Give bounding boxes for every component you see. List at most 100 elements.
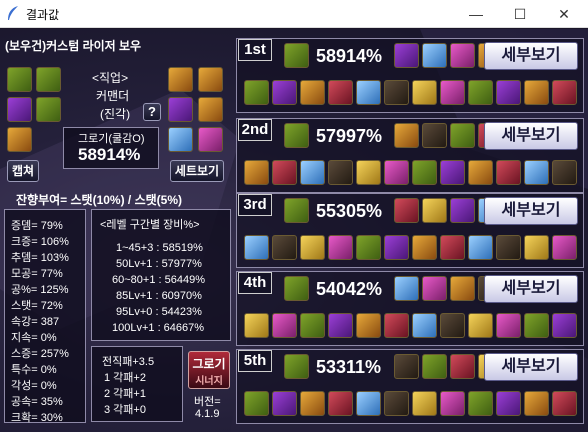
- equipment-icon[interactable]: [384, 235, 409, 260]
- equipment-icon[interactable]: [300, 391, 325, 416]
- equipment-icon[interactable]: [552, 235, 577, 260]
- equipment-icon[interactable]: [384, 313, 409, 338]
- equipment-icon[interactable]: [356, 391, 381, 416]
- equipment-icon[interactable]: [300, 160, 325, 185]
- equipment-icon[interactable]: [36, 97, 61, 122]
- equipment-icon[interactable]: [244, 391, 269, 416]
- equipment-icon[interactable]: [272, 391, 297, 416]
- equipment-icon[interactable]: [450, 276, 475, 301]
- equipment-icon[interactable]: [524, 235, 549, 260]
- equipment-icon[interactable]: [524, 391, 549, 416]
- equipment-icon[interactable]: [7, 97, 32, 122]
- equipment-icon[interactable]: [422, 354, 447, 379]
- equipment-icon[interactable]: [422, 43, 447, 68]
- equipment-icon[interactable]: [7, 67, 32, 92]
- equipment-icon[interactable]: [328, 391, 353, 416]
- equipment-icon[interactable]: [36, 67, 61, 92]
- weapon-icon[interactable]: [284, 198, 309, 223]
- equipment-icon[interactable]: [524, 80, 549, 105]
- equipment-icon[interactable]: [496, 391, 521, 416]
- equipment-icon[interactable]: [168, 127, 193, 152]
- equipment-icon[interactable]: [198, 97, 223, 122]
- equipment-icon[interactable]: [412, 313, 437, 338]
- equipment-icon[interactable]: [468, 235, 493, 260]
- equipment-icon[interactable]: [300, 80, 325, 105]
- weapon-icon[interactable]: [284, 354, 309, 379]
- equipment-icon[interactable]: [468, 160, 493, 185]
- equipment-icon[interactable]: [422, 198, 447, 223]
- equipment-icon[interactable]: [244, 235, 269, 260]
- groggy-synergy-button[interactable]: 그로기 시너지: [188, 351, 230, 389]
- equipment-icon[interactable]: [244, 80, 269, 105]
- equipment-icon[interactable]: [198, 127, 223, 152]
- equipment-icon[interactable]: [198, 67, 223, 92]
- equipment-icon[interactable]: [422, 276, 447, 301]
- equipment-icon[interactable]: [496, 235, 521, 260]
- equipment-icon[interactable]: [7, 127, 32, 152]
- equipment-icon[interactable]: [496, 160, 521, 185]
- equipment-icon[interactable]: [384, 391, 409, 416]
- equipment-icon[interactable]: [450, 198, 475, 223]
- equipment-icon[interactable]: [394, 123, 419, 148]
- equipment-icon[interactable]: [552, 80, 577, 105]
- equipment-icon[interactable]: [356, 160, 381, 185]
- equipment-icon[interactable]: [468, 313, 493, 338]
- equipment-icon[interactable]: [524, 160, 549, 185]
- equipment-icon[interactable]: [394, 276, 419, 301]
- weapon-icon[interactable]: [284, 276, 309, 301]
- detail-button[interactable]: 세부보기: [484, 275, 578, 303]
- equipment-icon[interactable]: [384, 160, 409, 185]
- equipment-icon[interactable]: [440, 80, 465, 105]
- equipment-icon[interactable]: [412, 391, 437, 416]
- help-button[interactable]: ?: [143, 103, 161, 121]
- equipment-icon[interactable]: [450, 123, 475, 148]
- equipment-icon[interactable]: [328, 313, 353, 338]
- equipment-icon[interactable]: [412, 235, 437, 260]
- equipment-icon[interactable]: [422, 123, 447, 148]
- equipment-icon[interactable]: [384, 80, 409, 105]
- equipment-icon[interactable]: [394, 43, 419, 68]
- capture-button[interactable]: 캡쳐: [7, 160, 39, 182]
- equipment-icon[interactable]: [394, 354, 419, 379]
- equipment-icon[interactable]: [412, 160, 437, 185]
- equipment-icon[interactable]: [552, 160, 577, 185]
- detail-button[interactable]: 세부보기: [484, 353, 578, 381]
- equipment-icon[interactable]: [440, 313, 465, 338]
- equipment-icon[interactable]: [440, 391, 465, 416]
- close-button[interactable]: ✕: [542, 0, 586, 28]
- minimize-button[interactable]: —: [454, 0, 498, 28]
- equipment-icon[interactable]: [300, 235, 325, 260]
- equipment-icon[interactable]: [440, 235, 465, 260]
- equipment-icon[interactable]: [328, 80, 353, 105]
- equipment-icon[interactable]: [468, 391, 493, 416]
- weapon-icon[interactable]: [284, 123, 309, 148]
- maximize-button[interactable]: ☐: [498, 0, 542, 28]
- equipment-icon[interactable]: [552, 313, 577, 338]
- equipment-icon[interactable]: [328, 235, 353, 260]
- equipment-icon[interactable]: [168, 67, 193, 92]
- equipment-icon[interactable]: [244, 313, 269, 338]
- equipment-icon[interactable]: [328, 160, 353, 185]
- weapon-icon[interactable]: [284, 43, 309, 68]
- detail-button[interactable]: 세부보기: [484, 197, 578, 225]
- equipment-icon[interactable]: [450, 354, 475, 379]
- equipment-icon[interactable]: [272, 235, 297, 260]
- equipment-icon[interactable]: [272, 160, 297, 185]
- equipment-icon[interactable]: [394, 198, 419, 223]
- equipment-icon[interactable]: [168, 97, 193, 122]
- equipment-icon[interactable]: [300, 313, 325, 338]
- equipment-icon[interactable]: [496, 313, 521, 338]
- equipment-icon[interactable]: [272, 80, 297, 105]
- equipment-icon[interactable]: [356, 235, 381, 260]
- equipment-icon[interactable]: [468, 80, 493, 105]
- equipment-icon[interactable]: [552, 391, 577, 416]
- equipment-icon[interactable]: [450, 43, 475, 68]
- equipment-icon[interactable]: [356, 313, 381, 338]
- equipment-icon[interactable]: [440, 160, 465, 185]
- detail-button[interactable]: 세부보기: [484, 122, 578, 150]
- equipment-icon[interactable]: [524, 313, 549, 338]
- detail-button[interactable]: 세부보기: [484, 42, 578, 70]
- equipment-icon[interactable]: [496, 80, 521, 105]
- equipment-icon[interactable]: [412, 80, 437, 105]
- equipment-icon[interactable]: [272, 313, 297, 338]
